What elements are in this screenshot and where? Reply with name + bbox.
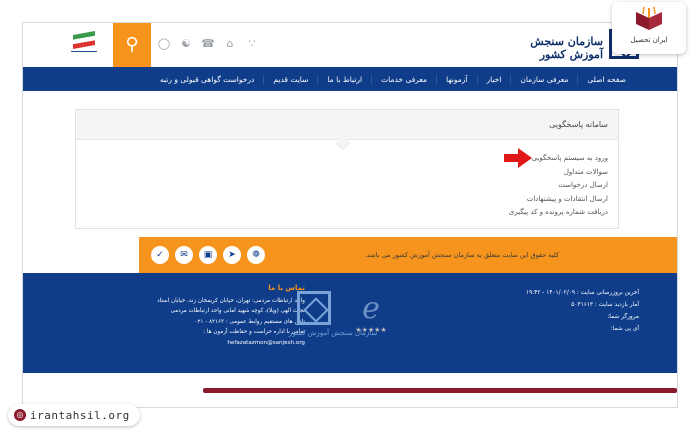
book-icon: [636, 6, 662, 30]
contact-block: تماس با ما واحد ارتباطات مردمی: تهران، خ…: [105, 283, 305, 348]
contact-phone: تلفن های مستقیم روابط عمومی : ۸۲۱۶۳ - ۰۲…: [194, 318, 305, 325]
footer-logo-icon[interactable]: [297, 291, 331, 325]
nav-item-exams[interactable]: آزمونها: [436, 74, 476, 84]
link-faq[interactable]: سوالات متداول: [509, 166, 608, 180]
phone-icon[interactable]: ☎: [201, 37, 215, 51]
copyright-text: کلیه حقوق این سایت متعلق به سازمان سنجش …: [364, 251, 559, 259]
contact-email[interactable]: hefazatazmon@sanjesh.org: [105, 338, 305, 349]
irantahsil-logo: ایران تحصیل: [612, 2, 686, 54]
nav-item-news[interactable]: اخبار: [476, 74, 511, 84]
site-stats: آخرین بروزرسانی سایت : ۱۴۰۱/۰۲/۰۹ - ۱۹:۴…: [526, 287, 639, 335]
enamad-icon: e: [362, 291, 380, 326]
flag-icon: [73, 31, 95, 49]
search-button[interactable]: ⚲: [113, 23, 151, 67]
browser-frame: ⚲ ◯ ☯ ☎ ⌂ ∵ سازمان سنجش آموزش کشور صفحه …: [22, 22, 678, 408]
contact-line: واحد ارتباطات مردمی: تهران، خیابان کریمخ…: [157, 297, 305, 304]
nav-item-old-site[interactable]: سایت قدیم: [263, 74, 317, 84]
rss-icon[interactable]: ∵: [245, 37, 259, 51]
link-send-feedback[interactable]: ارسال انتقادات و پیشنهادات: [509, 193, 608, 207]
last-update: آخرین بروزرسانی سایت : ۱۴۰۱/۰۲/۰۹ - ۱۹:۴…: [526, 290, 639, 296]
browser-info: مرورگر شما:: [607, 314, 639, 320]
government-emblem: [71, 25, 97, 65]
contact-title: تماس با ما: [268, 284, 305, 292]
card-link-list: ورود به سیستم پاسخگویی سوالات متداول ارس…: [509, 152, 608, 220]
site-header: ⚲ ◯ ☯ ☎ ⌂ ∵ سازمان سنجش آموزش کشور: [23, 23, 677, 67]
mail-icon[interactable]: ✉: [175, 246, 193, 264]
decorative-underline: [203, 388, 677, 393]
globe-icon[interactable]: ◯: [157, 37, 171, 51]
nav-item-services[interactable]: معرفی خدمات: [371, 74, 436, 84]
main-nav: صفحه اصلی معرفی سازمان اخبار آزمونها معر…: [23, 67, 677, 91]
site-url-badge: ◎ irantahsil.org: [8, 404, 140, 426]
search-icon: ⚲: [125, 34, 139, 55]
instagram-icon[interactable]: ▣: [199, 246, 217, 264]
site-url-text: irantahsil.org: [30, 408, 130, 422]
globe-icon: ◎: [14, 409, 26, 421]
enamad-trust-badge[interactable]: e ★★★★★: [345, 291, 397, 345]
ip-info: آی پی شما:: [610, 326, 639, 332]
aparat-icon[interactable]: ❁: [247, 246, 265, 264]
contact-line: نجات الهی (ویلا)، کوچه شهید امانی واحد ا…: [170, 308, 305, 314]
share-icon[interactable]: ☯: [179, 37, 193, 51]
card-header: سامانه پاسخگویی: [76, 110, 618, 151]
rating-stars-icon: ★★★★★: [355, 326, 387, 334]
telegram-icon[interactable]: ➤: [223, 246, 241, 264]
link-tracking-code[interactable]: دریافت شماره پرونده و کد پیگیری: [509, 206, 608, 220]
nav-item-about[interactable]: معرفی سازمان: [510, 74, 577, 84]
nav-item-certificate[interactable]: درخواست گواهی قبولی و رتبه: [151, 75, 263, 84]
site-footer: تماس با ما واحد ارتباطات مردمی: تهران، خ…: [23, 273, 677, 373]
toolbar-icons: ◯ ☯ ☎ ⌂ ∵: [157, 37, 259, 51]
link-login-system[interactable]: ورود به سیستم پاسخگویی: [509, 152, 608, 166]
copyright-banner: کلیه حقوق این سایت متعلق به سازمان سنجش …: [139, 237, 677, 273]
check-icon[interactable]: ✓: [151, 246, 169, 264]
card-title: سامانه پاسخگویی: [549, 120, 608, 129]
link-send-request[interactable]: ارسال درخواست: [509, 179, 608, 193]
nav-item-contact[interactable]: ارتباط با ما: [317, 74, 371, 84]
contact-line: تماس با اداره حراست و حفاظت آزمون ها :: [203, 329, 305, 335]
response-system-card: سامانه پاسخگویی ورود به سیستم پاسخگویی س…: [75, 109, 619, 229]
social-icons: ✓ ✉ ▣ ➤ ❁: [151, 246, 265, 264]
home-icon[interactable]: ⌂: [223, 37, 237, 51]
logo-text: سازمان سنجش آموزش کشور: [530, 35, 603, 61]
nav-item-home[interactable]: صفحه اصلی: [577, 74, 635, 84]
visit-count: آمار بازدید سایت : ۵۰۳۱۶۱۳: [571, 302, 639, 308]
corner-logo-text: ایران تحصیل: [630, 36, 668, 44]
